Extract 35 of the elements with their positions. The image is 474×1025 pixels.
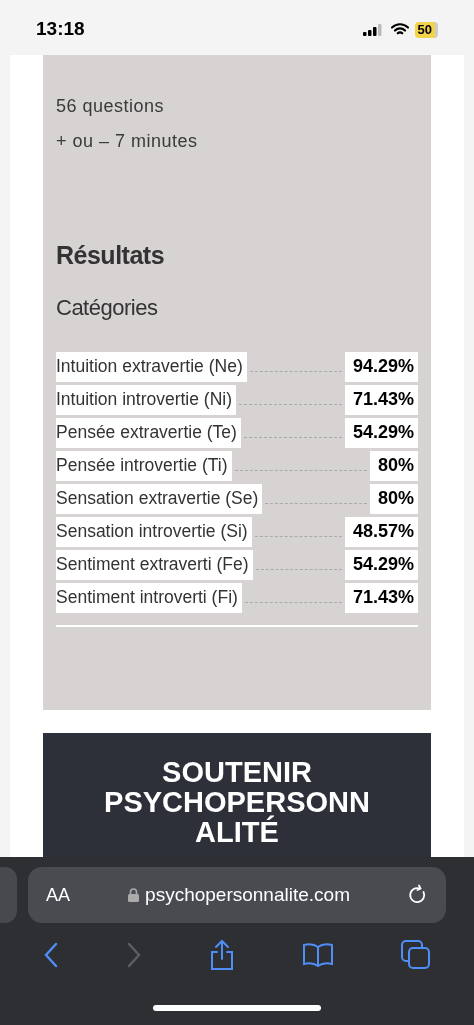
intro-text: + ou – 7 minutes	[56, 130, 199, 153]
signal-icon	[362, 23, 385, 36]
url-text: psychopersonnalite.com	[145, 882, 350, 907]
category-score: 94.29%	[344, 351, 418, 382]
battery-indicator: 50	[414, 21, 438, 38]
support-title: SOUTENIR PSYCHOPERSONNALITÉ	[103, 757, 371, 847]
category-label: Pensée extravertie (Te)	[56, 417, 241, 448]
categories-heading: Catégories	[56, 293, 159, 322]
category-label: Sensation introvertie (Si)	[56, 516, 252, 547]
book-icon[interactable]	[301, 942, 334, 968]
category-score: 71.43%	[344, 384, 418, 415]
category-label: Sentiment introverti (Fi)	[56, 582, 242, 613]
category-score: 54.29%	[344, 549, 418, 580]
category-score: 71.43%	[344, 582, 418, 613]
back-icon[interactable]	[43, 942, 60, 968]
category-label: Sentiment extraverti (Fe)	[56, 549, 253, 580]
category-label: Intuition introvertie (Ni)	[56, 384, 237, 415]
reload-icon[interactable]	[408, 884, 428, 906]
wifi-icon	[390, 23, 409, 36]
category-score: 80%	[369, 483, 418, 514]
category-label: Pensée introvertie (Ti)	[56, 450, 232, 481]
share-icon[interactable]	[209, 939, 235, 971]
status-time: 13:18	[36, 17, 85, 42]
category-label: Sensation extravertie (Se)	[56, 483, 263, 514]
lock-icon	[128, 888, 140, 902]
category-score: 80%	[369, 450, 418, 481]
category-score: 48.57%	[344, 516, 418, 547]
category-label: Intuition extravertie (Ne)	[56, 351, 247, 382]
address-bar[interactable]: AA psychopersonnalite.com	[28, 867, 446, 923]
intro-text: 56 questions	[56, 95, 166, 118]
tabs-icon[interactable]	[400, 940, 431, 970]
results-heading: Résultats	[56, 240, 166, 271]
category-score: 54.29%	[344, 417, 418, 448]
previous-tab-edge	[0, 867, 17, 923]
text-size-button[interactable]: AA	[46, 881, 70, 909]
